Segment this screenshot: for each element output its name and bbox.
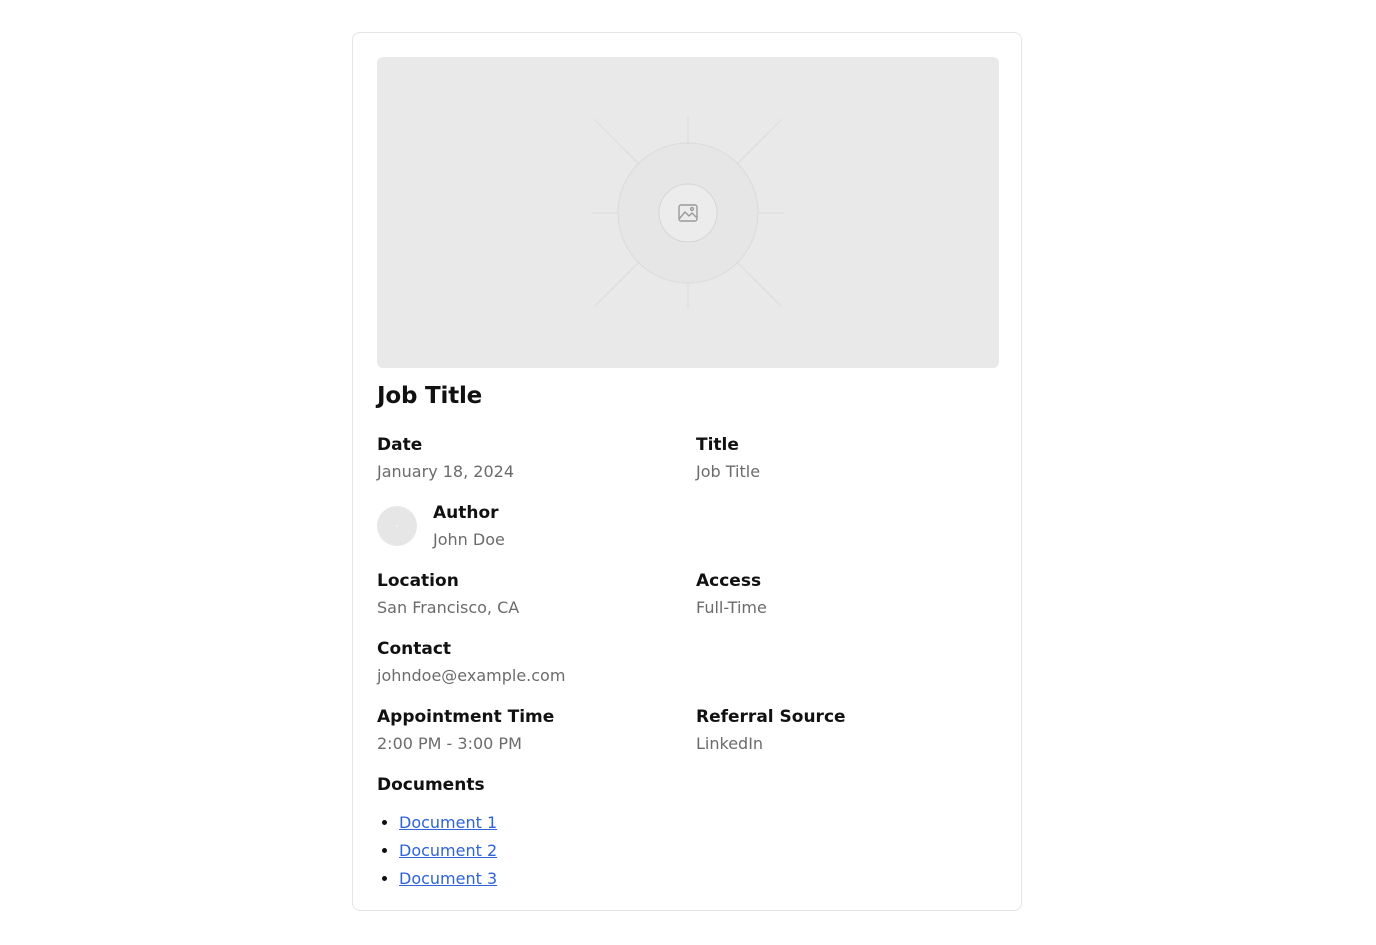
referral-source-field: Referral Source LinkedIn — [696, 706, 846, 755]
date-label: Date — [377, 435, 423, 455]
title-value: Job Title — [696, 462, 761, 481]
location-value: San Francisco, CA — [377, 598, 520, 617]
appointment-time-label: Appointment Time — [377, 707, 555, 727]
image-placeholder-graphic — [592, 117, 784, 309]
access-value: Full-Time — [696, 598, 767, 617]
access-label: Access — [696, 571, 762, 591]
documents-list: Document 1 Document 2 Document 3 — [377, 809, 497, 893]
access-field: Access Full-Time — [696, 570, 767, 619]
location-field: Location San Francisco, CA — [377, 570, 519, 619]
location-label: Location — [377, 571, 459, 591]
job-title-heading: Job Title — [377, 383, 483, 409]
referral-source-value: LinkedIn — [696, 734, 764, 753]
date-value: January 18, 2024 — [377, 462, 514, 481]
referral-source-label: Referral Source — [696, 707, 846, 727]
document-list-item: Document 1 — [399, 809, 497, 837]
document-1-link[interactable]: Document 1 — [399, 813, 497, 832]
document-3-link[interactable]: Document 3 — [399, 869, 497, 888]
documents-field: Documents — [377, 774, 485, 796]
author-avatar — [377, 506, 417, 546]
document-list-item: Document 2 — [399, 837, 497, 865]
documents-label: Documents — [377, 775, 485, 795]
appointment-time-field: Appointment Time 2:00 PM - 3:00 PM — [377, 706, 554, 755]
appointment-time-value: 2:00 PM - 3:00 PM — [377, 734, 522, 753]
title-label: Title — [696, 435, 739, 455]
date-field: Date January 18, 2024 — [377, 434, 514, 483]
title-field: Title Job Title — [696, 434, 760, 483]
contact-field: Contact johndoe@example.com — [377, 638, 565, 687]
contact-label: Contact — [377, 639, 452, 659]
author-label: Author — [433, 503, 499, 523]
document-list-item: Document 3 — [399, 865, 497, 893]
job-detail-card: Job Title Date January 18, 2024 Title Jo… — [352, 32, 1022, 911]
author-value: John Doe — [433, 530, 505, 549]
contact-value: johndoe@example.com — [377, 666, 566, 685]
image-placeholder — [377, 57, 999, 368]
author-field: Author John Doe — [433, 502, 505, 551]
document-2-link[interactable]: Document 2 — [399, 841, 497, 860]
